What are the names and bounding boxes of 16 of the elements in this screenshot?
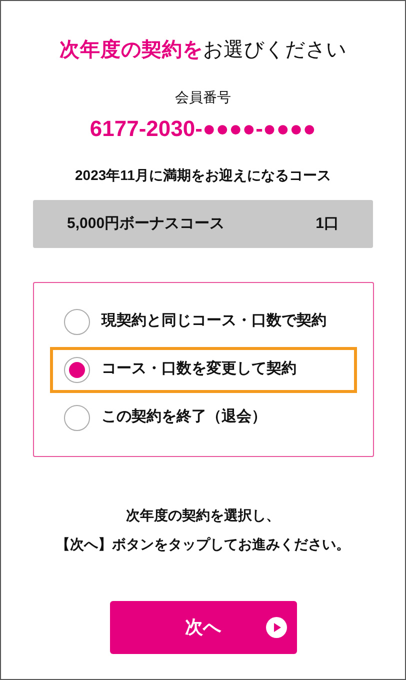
radio-option[interactable]: コース・口数を変更して契約 bbox=[50, 346, 356, 392]
radio-option[interactable]: この契約を終了（退会） bbox=[50, 394, 356, 440]
instruction-text: 【次へ】ボタンをタップしてお進みください。 bbox=[56, 535, 350, 554]
course-name: 5,000円ボーナスコース bbox=[67, 214, 225, 234]
radio-button[interactable] bbox=[64, 308, 90, 334]
member-number: 6177-2030-●●●●-●●●● bbox=[90, 115, 316, 143]
radio-option[interactable]: 現契約と同じコース・口数で契約 bbox=[50, 298, 356, 344]
page-title: 次年度の契約をお選びください bbox=[60, 38, 346, 63]
instruction-text: 次年度の契約を選択し、 bbox=[126, 506, 280, 525]
next-button[interactable]: 次へ bbox=[110, 601, 296, 654]
play-icon bbox=[266, 617, 286, 638]
expiry-heading: 2023年11月に満期をお迎えになるコース bbox=[75, 166, 331, 185]
course-units: 1口 bbox=[316, 214, 339, 234]
radio-button[interactable] bbox=[64, 404, 90, 430]
member-number-label: 会員番号 bbox=[175, 88, 231, 107]
radio-button[interactable] bbox=[64, 356, 90, 382]
